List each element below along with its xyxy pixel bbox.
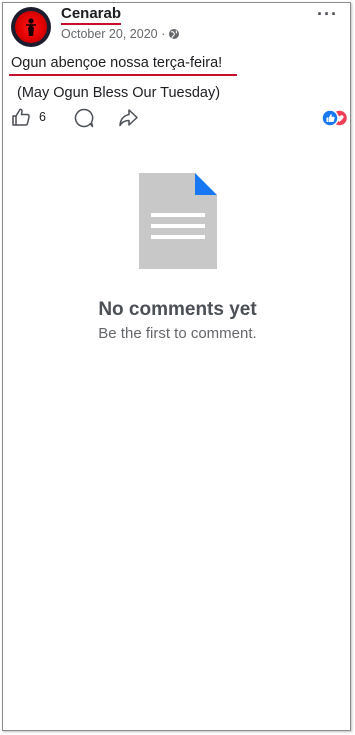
page-name[interactable]: Cenarab [61, 5, 121, 22]
post-card: Cenarab October 20, 2020 · ··· Ogun aben… [2, 2, 351, 731]
more-options-button[interactable]: ··· [317, 5, 338, 23]
post-message: Ogun abençoe nossa terça-feira! [11, 55, 223, 71]
annotation-underline [9, 74, 237, 76]
empty-title: No comments yet [98, 299, 257, 320]
empty-comments: No comments yet Be the first to comment. [3, 173, 352, 342]
avatar-logo [15, 11, 47, 43]
page-avatar[interactable] [11, 7, 51, 47]
like-icon[interactable] [11, 107, 31, 127]
action-bar: 6 [9, 107, 349, 129]
share-icon[interactable] [117, 107, 139, 129]
comment-icon[interactable] [73, 107, 95, 129]
annotation-underline [61, 23, 121, 25]
post-date-text: October 20, 2020 · [61, 27, 166, 41]
post-timestamp[interactable]: October 20, 2020 · [61, 27, 180, 41]
empty-subtitle: Be the first to comment. [98, 325, 257, 342]
translation-caption: (May Ogun Bless Our Tuesday) [17, 85, 221, 101]
figure-icon [26, 18, 36, 36]
like-count[interactable]: 6 [39, 110, 46, 124]
document-icon [138, 173, 217, 269]
globe-icon [169, 29, 180, 39]
reactions-summary[interactable] [321, 109, 349, 127]
